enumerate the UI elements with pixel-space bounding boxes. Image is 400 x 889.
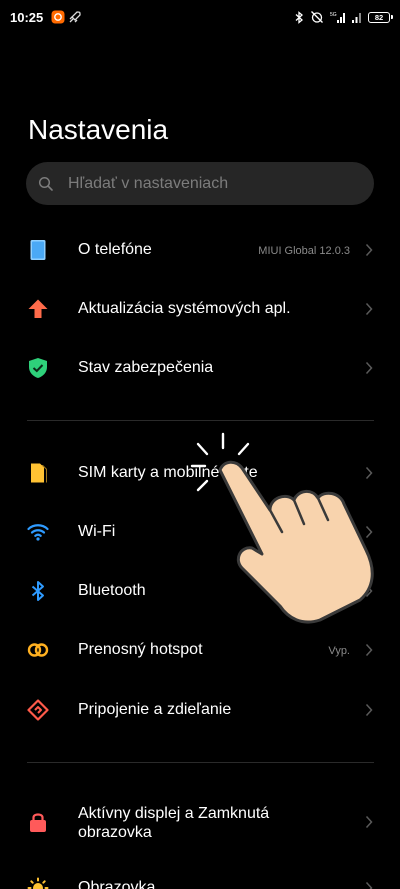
settings-item-wifi[interactable]: Wi-Fi (0, 503, 400, 561)
update-arrow-icon (28, 299, 48, 318)
lock-icon (30, 813, 46, 832)
battery-indicator: 82 (368, 11, 393, 23)
settings-item-hotspot[interactable]: Prenosný hotspot Vyp. (0, 621, 400, 679)
settings-item-display[interactable]: Obrazovka (0, 862, 400, 889)
svg-text:5G: 5G (330, 12, 337, 18)
section-divider (27, 762, 374, 763)
status-icons: 5G 82 (295, 9, 393, 25)
search-icon (38, 176, 53, 191)
sim-card-icon (31, 463, 47, 483)
connection-sharing-icon (27, 699, 49, 721)
phone-icon (30, 240, 46, 260)
chevron-right-icon (365, 361, 373, 375)
chevron-right-icon (365, 881, 373, 889)
settings-item-bluetooth[interactable]: Bluetooth (0, 562, 400, 620)
rocket-notification-icon (69, 11, 81, 23)
settings-item-label: O telefóne (78, 241, 152, 258)
search-bar[interactable]: Hľadať v nastaveniach (26, 162, 374, 205)
settings-item-value: MIUI Global 12.0.3 (258, 245, 350, 257)
settings-item-lock-screen[interactable]: Aktívny displej a Zamknutá obrazovka (0, 792, 400, 852)
status-bar: 10:25 5G 82 (0, 0, 400, 36)
settings-item-about-phone[interactable]: O telefóne MIUI Global 12.0.3 (0, 221, 400, 279)
settings-item-label: SIM karty a mobilné siete (78, 464, 258, 481)
settings-item-label: Pripojenie a zdieľanie (78, 701, 232, 718)
mi-app-notification-icon (51, 10, 65, 24)
settings-item-label: Prenosný hotspot (78, 641, 203, 658)
chevron-right-icon (365, 302, 373, 316)
settings-item-security-status[interactable]: Stav zabezpečenia (0, 339, 400, 397)
settings-item-label: Bluetooth (78, 582, 146, 599)
chevron-right-icon (365, 703, 373, 717)
settings-item-value: Vyp. (328, 645, 350, 657)
brightness-icon (27, 877, 49, 889)
settings-item-sim-cards[interactable]: SIM karty a mobilné siete (0, 444, 400, 502)
signal-icon: 5G (330, 12, 345, 23)
settings-item-label: Wi-Fi (78, 523, 116, 540)
bluetooth-icon (31, 581, 44, 601)
signal-icon-2 (352, 12, 361, 23)
bluetooth-status-icon (295, 10, 303, 24)
settings-item-connection-sharing[interactable]: Pripojenie a zdieľanie (0, 681, 400, 739)
chevron-right-icon (365, 466, 373, 480)
page-title: Nastavenia (28, 114, 169, 145)
wifi-icon (27, 524, 49, 541)
search-placeholder: Hľadať v nastaveniach (68, 175, 229, 192)
settings-item-label: Stav zabezpečenia (78, 359, 214, 376)
settings-item-label: Aktualizácia systémových apl. (78, 300, 291, 317)
settings-item-system-apps-update[interactable]: Aktualizácia systémových apl. (0, 280, 400, 338)
chevron-right-icon (365, 243, 373, 257)
section-divider (27, 420, 374, 421)
status-time: 10:25 (10, 10, 44, 25)
chevron-right-icon (365, 525, 373, 539)
alarm-off-icon (311, 11, 323, 23)
chevron-right-icon (365, 584, 373, 598)
settings-item-label: Aktívny displej a Zamknutá obrazovka (78, 805, 270, 841)
chevron-right-icon (365, 815, 373, 829)
hotspot-icon (27, 643, 49, 657)
chevron-right-icon (365, 643, 373, 657)
settings-item-label: Obrazovka (78, 879, 156, 889)
security-shield-icon (29, 358, 47, 378)
